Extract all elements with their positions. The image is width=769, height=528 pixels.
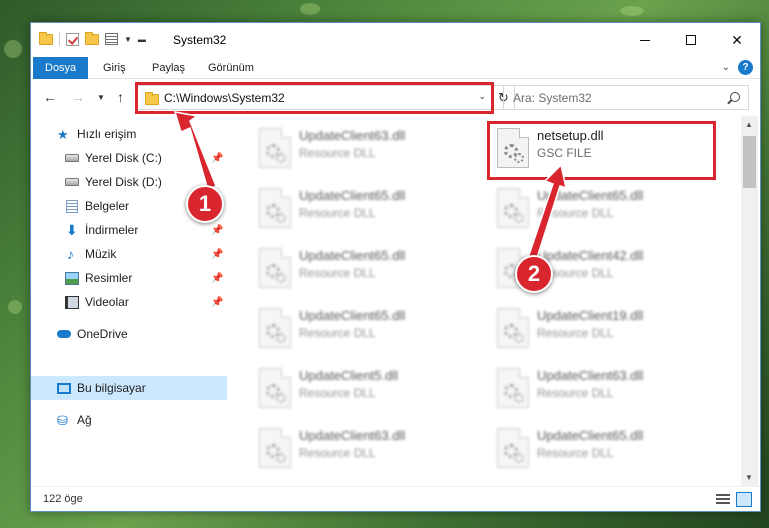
arrow-2 [527, 163, 568, 262]
callout-2: 2 [515, 255, 553, 293]
arrow-1 [173, 111, 217, 192]
callout-1: 1 [186, 185, 224, 223]
annotation-arrows [173, 111, 568, 262]
